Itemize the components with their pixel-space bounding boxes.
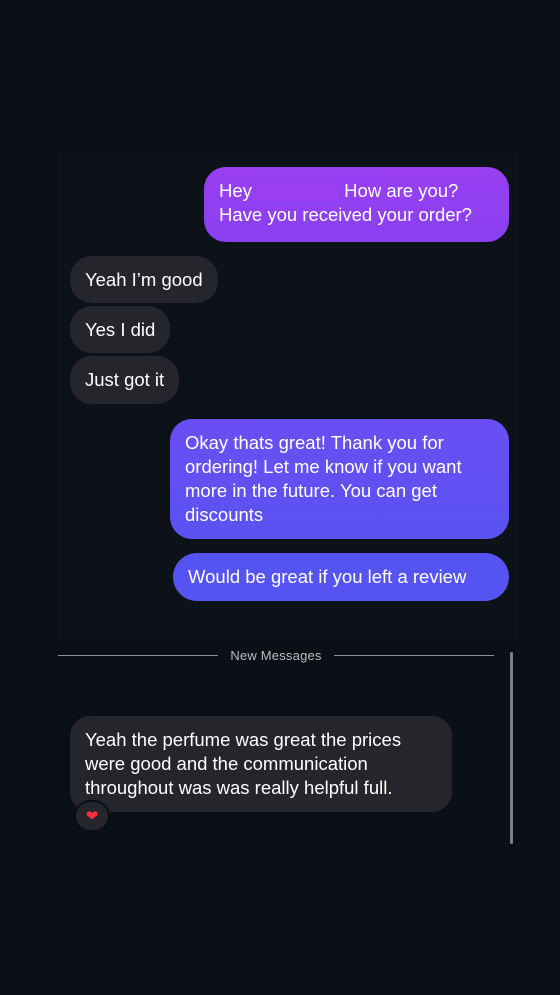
outgoing-message-bubble[interactable]: Okay thats great! Thank you for ordering…: [170, 419, 509, 539]
message-text: Okay thats great! Thank you for ordering…: [185, 432, 462, 525]
message-text: Hey: [219, 180, 258, 201]
incoming-message-bubble[interactable]: Yeah I’m good: [70, 256, 218, 303]
outgoing-message-bubble[interactable]: Hey How are you? Have you received your …: [204, 167, 509, 242]
message-reaction[interactable]: ❤: [74, 800, 110, 832]
divider-line: [58, 654, 219, 656]
redacted-name: [257, 183, 340, 202]
message-text: Yes I did: [85, 319, 156, 340]
message-text: Would be great if you left a review: [188, 566, 467, 587]
message-text: Just got it: [85, 369, 165, 390]
incoming-message-bubble[interactable]: Just got it: [70, 356, 180, 404]
red-heart-icon: ❤: [85, 807, 99, 825]
outgoing-message-bubble[interactable]: Would be great if you left a review: [173, 553, 509, 601]
incoming-message-bubble[interactable]: Yes I did: [70, 306, 171, 353]
new-messages-label: New Messages: [230, 647, 322, 663]
message-text: Yeah the perfume was great the prices we…: [85, 729, 402, 798]
incoming-message-bubble[interactable]: Yeah the perfume was great the prices we…: [70, 716, 452, 812]
message-text: Yeah I’m good: [85, 269, 203, 290]
new-messages-divider: New Messages: [58, 645, 494, 665]
divider-line: [333, 654, 494, 656]
scrollbar[interactable]: [510, 652, 513, 844]
